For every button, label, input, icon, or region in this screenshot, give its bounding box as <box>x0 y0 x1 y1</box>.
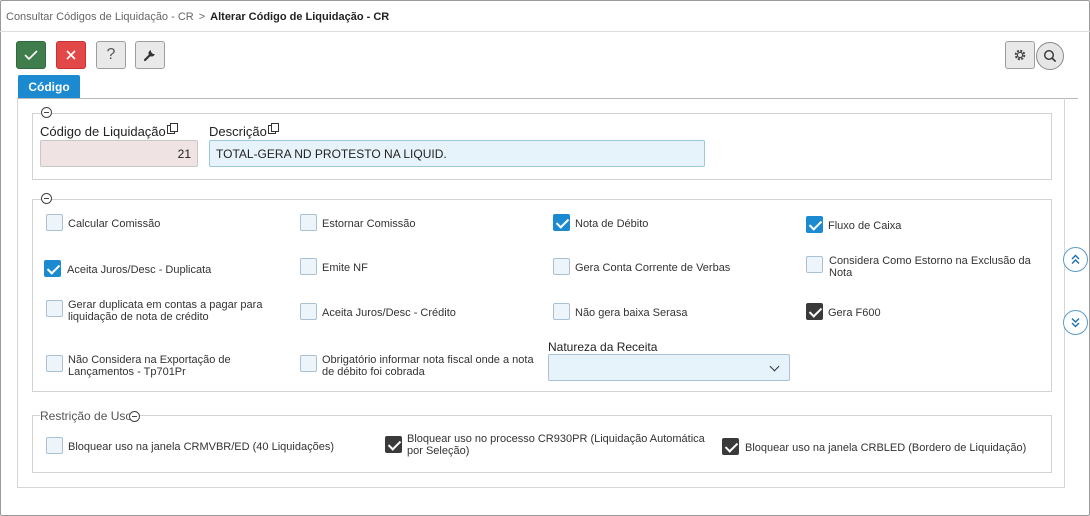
checkbox-estornar-comissao[interactable] <box>300 214 317 231</box>
checkbox-label: Fluxo de Caixa <box>828 220 902 232</box>
checkbox-label: Bloquear uso no processo CR930PR (Liquid… <box>407 433 705 457</box>
checkbox-calcular-comissao[interactable] <box>46 214 63 231</box>
help-button[interactable]: ? <box>96 41 126 69</box>
checkbox-nao-considera-exportacao[interactable] <box>46 355 63 372</box>
checkbox-label: Não Considera na Exportação de Lançament… <box>68 354 231 378</box>
cancel-button[interactable] <box>56 41 86 69</box>
natureza-label: Natureza da Receita <box>548 340 658 354</box>
checkbox-label: Não gera baixa Serasa <box>575 307 688 319</box>
scroll-top-button[interactable] <box>1063 247 1088 272</box>
natureza-select[interactable] <box>548 354 790 381</box>
checkbox-gera-f600[interactable] <box>806 303 823 320</box>
collapse-identification-icon[interactable] <box>41 107 52 118</box>
tools-button[interactable] <box>135 41 165 69</box>
restricao-title-text: Restrição de Uso <box>40 409 133 423</box>
checkbox-label: Nota de Débito <box>575 218 649 230</box>
breadcrumb-parent-link[interactable]: Consultar Códigos de Liquidação - CR <box>6 11 194 23</box>
checkbox-label: Gerar duplicata em contas a pagar para l… <box>68 299 263 323</box>
codigo-label-text: Código de Liquidação <box>40 124 166 139</box>
wrench-icon <box>143 50 155 62</box>
double-chevron-up-icon <box>1071 254 1080 264</box>
collapse-restricao-icon[interactable] <box>129 411 140 422</box>
checkbox-considera-estorno[interactable] <box>806 256 823 273</box>
checkbox-label: Gera F600 <box>828 307 881 319</box>
checkbox-emite-nf[interactable] <box>300 258 317 275</box>
collapse-options-icon[interactable] <box>41 193 52 204</box>
checkbox-label: Bloquear uso na janela CRMVBR/ED (40 Liq… <box>68 441 334 453</box>
checkbox-label: Aceita Juros/Desc - Crédito <box>322 307 456 319</box>
checkbox-label: Obrigatório informar nota fiscal onde a … <box>322 354 534 378</box>
double-chevron-down-icon <box>1071 318 1080 328</box>
panel-border-right <box>1064 98 1065 488</box>
checkbox-label: Estornar Comissão <box>322 218 416 230</box>
checkbox-aceita-juros-duplicata[interactable] <box>44 260 61 277</box>
checkbox-label: Calcular Comissão <box>68 218 161 230</box>
settings-button[interactable] <box>1005 41 1035 69</box>
checkbox-aceita-juros-credito[interactable] <box>300 303 317 320</box>
checkbox-bloquear-crmvbr[interactable] <box>46 437 63 454</box>
panel-border-bottom <box>17 487 1065 488</box>
checkbox-label: Gera Conta Corrente de Verbas <box>575 262 731 274</box>
checkbox-nao-gera-baixa-serasa[interactable] <box>553 303 570 320</box>
descricao-field[interactable]: TOTAL-GERA ND PROTESTO NA LIQUID. <box>209 140 705 167</box>
checkbox-fluxo-de-caixa[interactable] <box>806 216 823 233</box>
codigo-label: Código de Liquidação <box>40 123 178 139</box>
breadcrumb: Consultar Códigos de Liquidação - CR > Alt… <box>6 11 389 23</box>
gear-icon <box>1014 49 1026 61</box>
tab-codigo[interactable]: Código <box>18 75 80 98</box>
checkbox-label: Considera Como Estorno na Exclusão da No… <box>829 255 1031 279</box>
checkbox-label: Bloquear uso na janela CRBLED (Bordero d… <box>745 442 1027 454</box>
copy-icon[interactable] <box>166 123 178 134</box>
chevron-down-icon <box>769 361 780 372</box>
search-button[interactable] <box>1036 42 1064 70</box>
descricao-label: Descrição <box>209 123 279 139</box>
descricao-label-text: Descrição <box>209 124 267 139</box>
scroll-bottom-button[interactable] <box>1063 310 1088 335</box>
codigo-field[interactable]: 21 <box>40 140 198 167</box>
copy-icon[interactable] <box>267 123 279 134</box>
help-label: ? <box>106 46 116 63</box>
checkbox-obrigatorio-nota-fiscal[interactable] <box>300 355 317 372</box>
save-button[interactable] <box>16 41 46 69</box>
tab-divider <box>18 98 1078 99</box>
checkbox-bloquear-cr930pr[interactable] <box>385 436 402 453</box>
check-icon <box>24 50 38 61</box>
search-icon <box>1043 49 1057 63</box>
checkbox-gerar-duplicata[interactable] <box>46 300 63 317</box>
breadcrumb-separator: > <box>198 11 206 23</box>
restricao-title: Restrição de Uso <box>40 409 134 423</box>
checkbox-label: Emite NF <box>322 262 368 274</box>
checkbox-bloquear-crbled[interactable] <box>722 438 739 455</box>
checkbox-gera-conta-corrente-verbas[interactable] <box>553 258 570 275</box>
checkbox-label: Aceita Juros/Desc - Duplicata <box>67 264 212 276</box>
checkbox-nota-de-debito[interactable] <box>553 214 570 231</box>
page-title: Alterar Código de Liquidação - CR <box>210 11 390 23</box>
panel-border-left <box>17 98 18 488</box>
header-divider <box>0 31 1090 32</box>
close-icon <box>66 50 76 60</box>
